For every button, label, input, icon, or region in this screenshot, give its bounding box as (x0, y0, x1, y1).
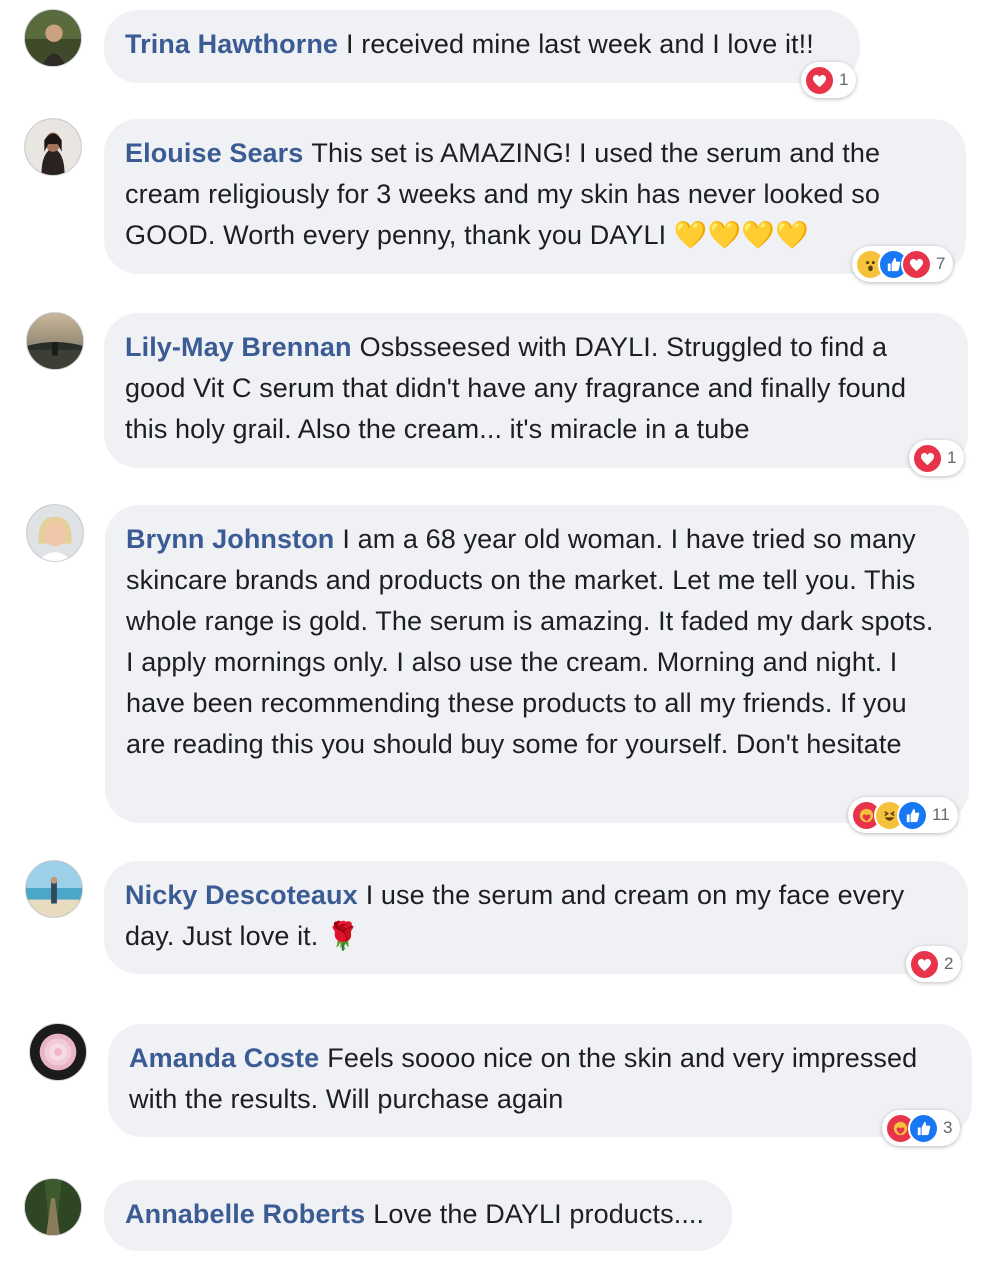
reaction-count: 2 (944, 954, 954, 973)
reaction-count: 1 (839, 70, 849, 89)
love-reaction-icon (804, 64, 835, 96)
comment-bubble: Annabelle Roberts Love the DAYLI products… (104, 1180, 732, 1251)
comment-author[interactable]: Brynn Johnston (126, 524, 334, 554)
comment-bubble: Nicky Descoteaux I use the serum and crea… (104, 861, 968, 974)
comment-text: Love the DAYLI products.... (373, 1199, 705, 1229)
comment-text: I received mine last week and I love it!… (346, 29, 814, 59)
comment-author[interactable]: Trina Hawthorne (125, 29, 338, 59)
avatar[interactable] (25, 860, 83, 918)
comment-bubble: Elouise Sears This set is AMAZING! I used… (104, 119, 966, 274)
reaction-summary[interactable]: 3 (882, 1110, 961, 1146)
love-reaction-icon (901, 248, 932, 280)
comment-author[interactable]: Elouise Sears (125, 138, 303, 168)
reaction-summary[interactable]: 1 (909, 440, 965, 476)
avatar[interactable] (26, 504, 84, 562)
avatar[interactable] (24, 9, 82, 67)
avatar[interactable] (24, 1178, 82, 1236)
comment-bubble: Lily-May Brennan Osbsseesed with DAYLI. S… (104, 313, 968, 468)
avatar[interactable] (29, 1023, 87, 1081)
reaction-count: 11 (932, 805, 950, 824)
comment-author[interactable]: Lily-May Brennan (125, 332, 352, 362)
avatar[interactable] (24, 118, 82, 176)
reaction-summary[interactable]: 2 (906, 946, 962, 982)
avatar[interactable] (26, 312, 84, 370)
comment-bubble: Trina Hawthorne I received mine last week… (104, 10, 860, 83)
reaction-summary[interactable]: 1 (801, 62, 857, 98)
reaction-count: 3 (943, 1118, 953, 1137)
reaction-summary[interactable]: 11 (848, 797, 958, 833)
reaction-count: 1 (947, 448, 957, 467)
love-reaction-icon (909, 948, 940, 980)
comment-bubble: Amanda Coste Feels soooo nice on the skin… (108, 1024, 972, 1137)
like-reaction-icon (897, 799, 928, 831)
comment-text: I am a 68 year old woman. I have tried s… (126, 524, 934, 759)
love-reaction-icon (912, 442, 943, 474)
comment-author[interactable]: Nicky Descoteaux (125, 880, 358, 910)
reaction-count: 7 (936, 254, 946, 273)
comment-author[interactable]: Amanda Coste (129, 1043, 319, 1073)
comment-bubble: Brynn Johnston I am a 68 year old woman. … (105, 505, 969, 823)
comment-author[interactable]: Annabelle Roberts (125, 1199, 365, 1229)
like-reaction-icon (908, 1112, 939, 1144)
reaction-summary[interactable]: 7 (852, 246, 954, 282)
